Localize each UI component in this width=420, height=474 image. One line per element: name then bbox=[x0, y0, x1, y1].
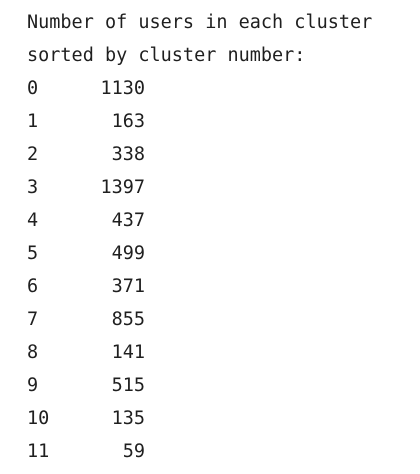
output-header-line-2: sorted by cluster number: bbox=[27, 45, 306, 66]
cluster-number: 2 bbox=[27, 144, 39, 165]
cluster-row: 0 1130 bbox=[27, 72, 420, 105]
cluster-number: 9 bbox=[27, 375, 39, 396]
cluster-number: 7 bbox=[27, 309, 39, 330]
user-count: 499 bbox=[111, 243, 145, 264]
user-count: 437 bbox=[111, 210, 145, 231]
cluster-number: 3 bbox=[27, 177, 39, 198]
cluster-row: 11 59 bbox=[27, 435, 420, 468]
console-output: Number of users in each cluster sorted b… bbox=[27, 6, 420, 468]
user-count: 371 bbox=[111, 276, 145, 297]
cluster-number: 11 bbox=[27, 441, 50, 462]
cluster-row: 1 163 bbox=[27, 105, 420, 138]
cluster-row: 7 855 bbox=[27, 303, 420, 336]
cluster-row: 3 1397 bbox=[27, 171, 420, 204]
user-count: 855 bbox=[111, 309, 145, 330]
user-count: 515 bbox=[111, 375, 145, 396]
output-header-line-1: Number of users in each cluster bbox=[27, 12, 373, 33]
cluster-row: 9 515 bbox=[27, 369, 420, 402]
cluster-row: 4 437 bbox=[27, 204, 420, 237]
cluster-number: 8 bbox=[27, 342, 39, 363]
user-count: 141 bbox=[111, 342, 145, 363]
cluster-number: 4 bbox=[27, 210, 39, 231]
user-count: 1130 bbox=[100, 78, 145, 99]
user-count: 338 bbox=[111, 144, 145, 165]
user-count: 1397 bbox=[100, 177, 145, 198]
user-count: 135 bbox=[111, 408, 145, 429]
user-count: 59 bbox=[122, 441, 145, 462]
cluster-number: 0 bbox=[27, 78, 39, 99]
cluster-row: 10 135 bbox=[27, 402, 420, 435]
cluster-row: 5 499 bbox=[27, 237, 420, 270]
cluster-number: 10 bbox=[27, 408, 50, 429]
cluster-row: 2 338 bbox=[27, 138, 420, 171]
user-count: 163 bbox=[111, 111, 145, 132]
cluster-row: 6 371 bbox=[27, 270, 420, 303]
cluster-number: 6 bbox=[27, 276, 39, 297]
cluster-number: 5 bbox=[27, 243, 39, 264]
cluster-row: 8 141 bbox=[27, 336, 420, 369]
cluster-number: 1 bbox=[27, 111, 39, 132]
